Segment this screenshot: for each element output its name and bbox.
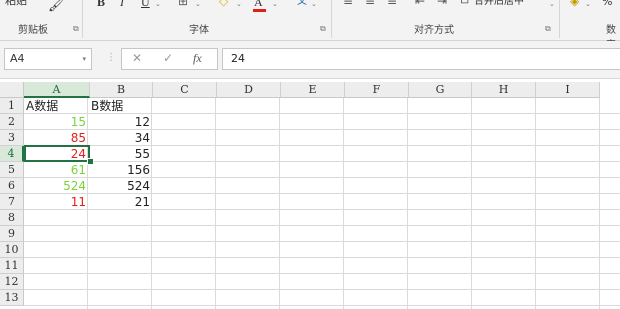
merge-dropdown-icon[interactable]: ⌄	[549, 0, 555, 11]
cell-b4[interactable]: 55	[90, 146, 150, 162]
cell-b3[interactable]: 34	[90, 130, 150, 146]
paste-label[interactable]: 粘贴	[5, 0, 27, 8]
align-right-icon[interactable]: ≡	[387, 0, 397, 8]
formula-bar-grip-icon[interactable]: ⋮	[106, 52, 116, 63]
column-header-b[interactable]: B	[90, 82, 153, 98]
cell-b2[interactable]: 12	[90, 114, 150, 130]
column-header-g[interactable]: G	[409, 82, 472, 98]
cell-b7[interactable]: 21	[90, 194, 150, 210]
row-header-9[interactable]: 9	[0, 226, 24, 242]
align-left-icon[interactable]: ≡	[343, 0, 353, 8]
alignment-launcher-icon[interactable]: ⧉	[545, 25, 551, 33]
cell-a5[interactable]: 61	[24, 162, 86, 178]
cell-b5[interactable]: 156	[90, 162, 150, 178]
insert-function-icon[interactable]: fx	[193, 51, 202, 66]
group-label-clipboard: 剪贴板	[18, 25, 48, 36]
row-header-11[interactable]: 11	[0, 258, 24, 274]
bold-button[interactable]: B	[97, 0, 105, 9]
formula-buttons: ✕ ✓ fx	[121, 48, 218, 70]
row-header-6[interactable]: 6	[0, 178, 24, 194]
fill-dropdown-icon[interactable]: ⌄	[236, 0, 242, 11]
ribbon: 粘贴 🖌 B I U ⌄ ⊞ ⌄ ◇ ⌄ A ⌄ 文 ⌄ 字体 ⧉ 剪贴板 ⧉ …	[0, 0, 620, 51]
merge-center-button[interactable]: 合并后居中	[474, 0, 524, 9]
font-color-dropdown-icon[interactable]: ⌄	[272, 0, 278, 11]
underline-dropdown-icon[interactable]: ⌄	[155, 0, 161, 11]
indent-decrease-icon[interactable]: ⇤	[415, 0, 425, 8]
border-dropdown-icon[interactable]: ⌄	[195, 0, 201, 11]
cell-b6[interactable]: 524	[90, 178, 150, 194]
row-header-7[interactable]: 7	[0, 194, 24, 210]
cell-grid[interactable]: A数据 B数据 15 12 85 34 24 55 61 156 524 524 11 21	[24, 98, 620, 309]
indent-increase-icon[interactable]: ⇥	[437, 0, 447, 8]
group-label-font: 字体	[189, 25, 209, 36]
phonetic-dropdown-icon[interactable]: ⌄	[311, 0, 317, 11]
percent-button[interactable]: %	[602, 0, 612, 9]
name-box-value: A4	[10, 52, 25, 65]
ribbon-separator	[331, 0, 332, 38]
currency-icon[interactable]: ◈	[570, 0, 579, 8]
fill-handle[interactable]	[87, 158, 94, 165]
group-label-alignment: 对齐方式	[414, 25, 454, 36]
font-color-swatch	[253, 9, 266, 12]
name-box[interactable]: A4 ▾	[4, 48, 92, 70]
font-launcher-icon[interactable]: ⧉	[320, 25, 326, 33]
row-header-4[interactable]: 4	[0, 146, 24, 162]
cancel-icon[interactable]: ✕	[132, 51, 142, 65]
cell-a6[interactable]: 524	[24, 178, 86, 194]
formula-bar: A4 ▾ ⋮ ✕ ✓ fx 24	[0, 41, 620, 79]
column-header-e[interactable]: E	[281, 82, 345, 98]
row-header-12[interactable]: 12	[0, 274, 24, 290]
underline-button[interactable]: U	[141, 0, 150, 9]
cell-a1[interactable]: A数据	[24, 98, 88, 114]
column-header-a[interactable]: A	[24, 82, 90, 98]
border-icon[interactable]: ⊞	[178, 0, 188, 8]
font-color-button[interactable]: A	[254, 0, 263, 9]
currency-dropdown-icon[interactable]: ⌄	[585, 0, 591, 11]
column-header-c[interactable]: C	[153, 82, 217, 98]
formula-input[interactable]: 24	[222, 48, 620, 70]
italic-button[interactable]: I	[120, 0, 124, 9]
name-box-dropdown-icon[interactable]: ▾	[82, 49, 86, 69]
row-header-8[interactable]: 8	[0, 210, 24, 226]
ribbon-separator	[82, 0, 83, 38]
column-header-i[interactable]: I	[536, 82, 600, 98]
row-header-10[interactable]: 10	[0, 242, 24, 258]
cell-a3[interactable]: 85	[24, 130, 86, 146]
active-cell-border	[24, 145, 90, 162]
row-header-5[interactable]: 5	[0, 162, 24, 178]
merge-icon[interactable]: ⊟	[460, 0, 469, 7]
row-header-13[interactable]: 13	[0, 290, 24, 306]
align-center-icon[interactable]: ≡	[365, 0, 375, 8]
clipboard-launcher-icon[interactable]: ⧉	[73, 25, 79, 33]
cell-b1[interactable]: B数据	[89, 98, 151, 114]
row-header-2[interactable]: 2	[0, 114, 24, 130]
phonetic-button[interactable]: 文	[297, 0, 307, 9]
column-header-f[interactable]: F	[345, 82, 409, 98]
ribbon-separator	[559, 0, 560, 38]
enter-icon[interactable]: ✓	[163, 51, 173, 65]
cell-a2[interactable]: 15	[24, 114, 86, 130]
column-header-h[interactable]: H	[472, 82, 536, 98]
cell-a7[interactable]: 11	[24, 194, 86, 210]
column-header-d[interactable]: D	[217, 82, 281, 98]
select-all-corner[interactable]	[0, 82, 24, 98]
fill-color-icon[interactable]: ◇	[219, 0, 228, 8]
format-painter-icon[interactable]: 🖌	[48, 0, 65, 13]
row-header-1[interactable]: 1	[0, 98, 24, 114]
row-header-3[interactable]: 3	[0, 130, 24, 146]
